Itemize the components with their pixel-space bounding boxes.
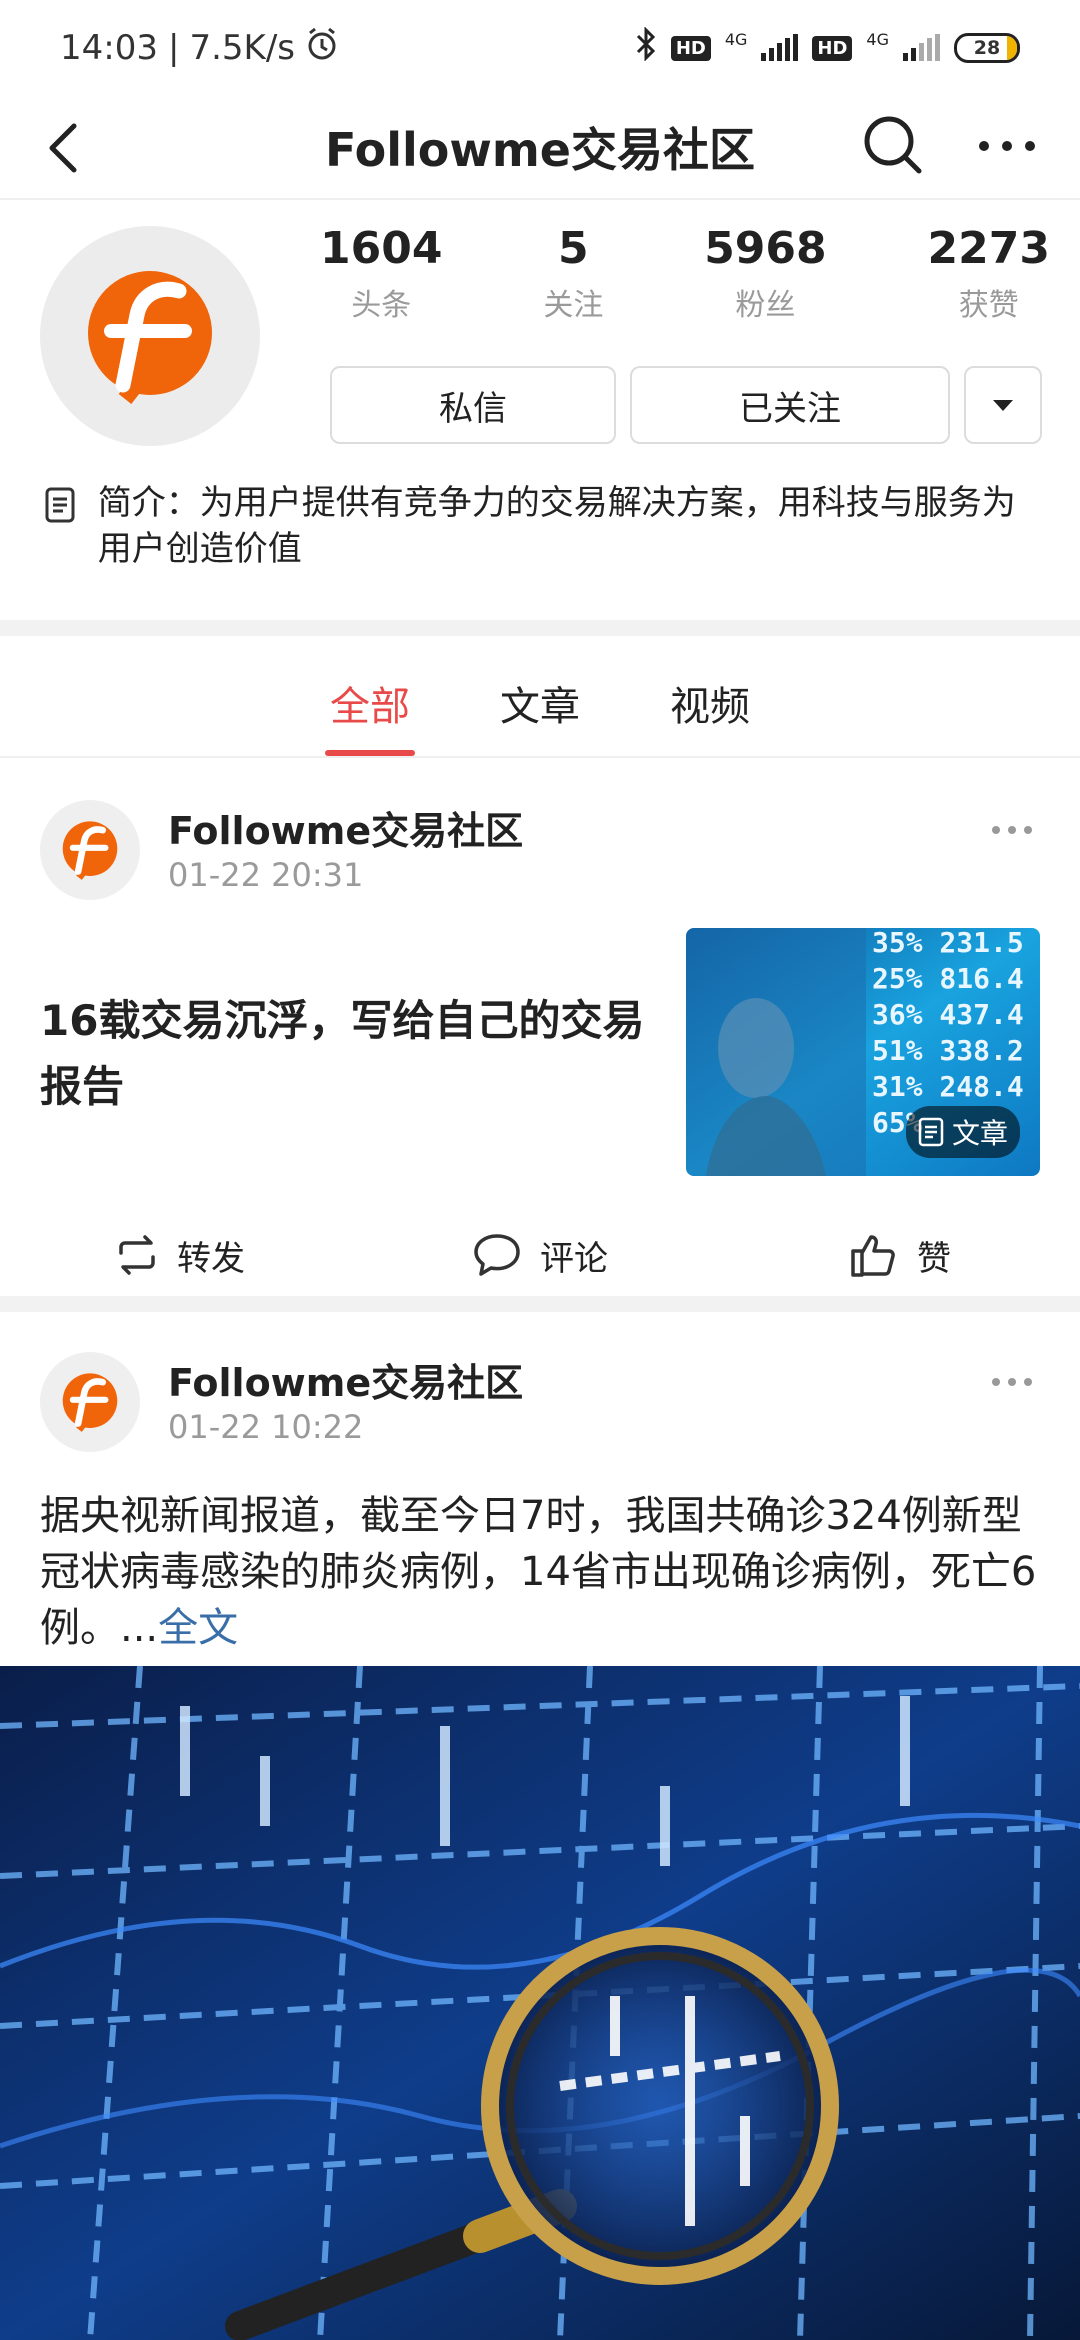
network-label: 4G	[724, 30, 748, 49]
stat-value: 2273	[927, 223, 1050, 274]
profile-stats: 1604 头条 5 关注 5968 粉丝 2273 获赞	[320, 220, 1050, 324]
post-header: Followme交易社区 01-22 10:22	[40, 1352, 523, 1452]
article-thumbnail[interactable]: 35% 231.5 25% 816.4 36% 437.4 51% 338.2 …	[686, 928, 1040, 1176]
signal-icon	[761, 34, 799, 61]
stat-label: 头条	[351, 288, 412, 323]
network-label-2: 4G	[866, 30, 889, 49]
followme-logo-icon	[62, 1373, 118, 1432]
thumb-number: 31% 248.4	[872, 1070, 1024, 1103]
stat-value: 1604	[320, 223, 443, 274]
thumb-number: 25% 816.4	[872, 962, 1024, 995]
status-divider: |	[167, 28, 180, 68]
tab-all[interactable]: 全部	[285, 636, 455, 756]
followme-logo-icon	[62, 821, 118, 880]
stat-label: 关注	[543, 288, 604, 323]
repost-icon	[119, 1235, 155, 1275]
post-image[interactable]	[0, 1666, 1080, 2340]
stat-likes[interactable]: 2273 获赞	[928, 220, 1050, 324]
battery-icon: 28	[954, 33, 1020, 63]
read-more-link[interactable]: 全文	[158, 1605, 238, 1651]
avatar[interactable]	[40, 226, 260, 446]
content-tabs: 全部 文章 视频	[0, 636, 1080, 758]
status-time: 14:03	[60, 28, 158, 68]
comment-icon	[474, 1234, 520, 1276]
intro-text: 简介：为用户提供有竞争力的交易解决方案，用科技与服务为用户创造价值	[97, 483, 1016, 569]
message-button[interactable]: 私信	[330, 366, 616, 444]
post-actions: 转发 评论 赞	[0, 1200, 1080, 1310]
stat-value: 5	[558, 223, 589, 274]
stat-label: 获赞	[958, 288, 1019, 323]
status-bar: 14:03 | 7.5K/s HD 4G HD 4G 28	[0, 0, 1080, 96]
article-badge: 文章	[905, 1106, 1020, 1158]
more-icon[interactable]	[974, 116, 1040, 176]
tab-articles[interactable]: 文章	[455, 636, 625, 756]
post-body[interactable]: 据央视新闻报道，截至今日7时，我国共确诊324例新型冠状病毒感染的肺炎病例，14…	[40, 1488, 1050, 1656]
post-more-icon[interactable]	[990, 820, 1034, 840]
stat-label: 粉丝	[735, 288, 796, 323]
document-icon	[918, 1117, 944, 1147]
thumb-number: 51% 338.2	[872, 1034, 1024, 1067]
status-speed: 7.5K/s	[189, 28, 295, 68]
stat-following[interactable]: 5 关注	[543, 220, 603, 324]
like-label: 赞	[917, 1238, 951, 1279]
bluetooth-icon	[635, 25, 657, 70]
feed-post[interactable]: Followme交易社区 01-22 10:22 据央视新闻报道，截至今日7时，…	[0, 1312, 1080, 1666]
post-time: 01-22 20:31	[168, 856, 364, 894]
thumb-number: 36% 437.4	[872, 998, 1024, 1031]
repost-label: 转发	[177, 1238, 245, 1279]
post-header: Followme交易社区 01-22 20:31	[40, 800, 523, 900]
post-more-icon[interactable]	[990, 1372, 1034, 1392]
magnifier-chart-image	[0, 1666, 1080, 2340]
top-navigation: Followme交易社区	[0, 96, 1080, 200]
thumb-number: 35% 231.5	[872, 928, 1024, 959]
recommend-dropdown-button[interactable]	[964, 366, 1042, 444]
back-icon[interactable]	[36, 118, 96, 178]
comment-label: 评论	[540, 1238, 608, 1279]
comment-button[interactable]: 评论	[360, 1231, 720, 1280]
article-badge-label: 文章	[951, 1117, 1008, 1150]
author-name[interactable]: Followme交易社区	[168, 1352, 523, 1407]
author-avatar[interactable]	[40, 800, 140, 900]
caret-down-icon	[993, 400, 1013, 411]
search-icon[interactable]	[860, 112, 926, 178]
stat-posts[interactable]: 1604 头条	[320, 220, 442, 324]
author-avatar[interactable]	[40, 1352, 140, 1452]
section-divider	[0, 1296, 1080, 1312]
document-icon	[44, 480, 78, 572]
alarm-icon	[305, 27, 339, 70]
battery-level: 28	[973, 37, 1001, 59]
profile-header: 1604 头条 5 关注 5968 粉丝 2273 获赞 私信 已关注 简介：为…	[0, 200, 1080, 620]
profile-intro: 简介：为用户提供有竞争力的交易解决方案，用科技与服务为用户创造价值	[44, 480, 1044, 572]
thumbs-up-icon	[851, 1235, 895, 1277]
follow-button[interactable]: 已关注	[630, 366, 950, 444]
section-divider	[0, 620, 1080, 636]
post-time: 01-22 10:22	[168, 1408, 364, 1446]
followme-logo-icon	[88, 271, 212, 404]
repost-button[interactable]: 转发	[0, 1231, 360, 1280]
stat-value: 5968	[704, 223, 827, 274]
profile-actions: 私信 已关注	[330, 366, 1042, 444]
hd-badge: HD	[670, 35, 711, 61]
signal-icon-2	[903, 34, 940, 61]
hd-badge-2: HD	[812, 35, 853, 61]
author-name[interactable]: Followme交易社区	[168, 800, 523, 855]
feed-post[interactable]: Followme交易社区 01-22 20:31 16载交易沉浮，写给自己的交易…	[0, 760, 1080, 1294]
stat-followers[interactable]: 5968 粉丝	[704, 220, 826, 324]
like-button[interactable]: 赞	[720, 1231, 1080, 1280]
tab-videos[interactable]: 视频	[625, 636, 795, 756]
article-title[interactable]: 16载交易沉浮，写给自己的交易报告	[40, 988, 660, 1120]
